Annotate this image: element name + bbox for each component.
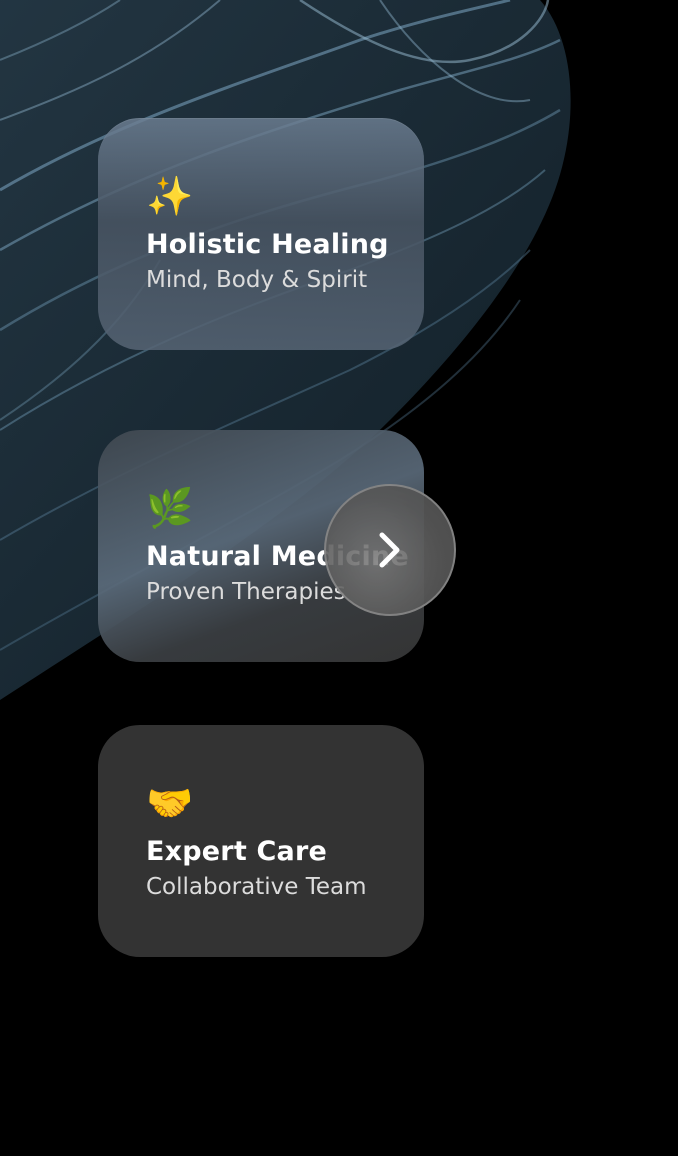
card-subtitle: Collaborative Team: [146, 874, 367, 900]
card-title: Expert Care: [146, 836, 327, 867]
card-title: Holistic Healing: [146, 229, 389, 260]
feature-card-expert-care[interactable]: 🤝 Expert Care Collaborative Team: [98, 725, 424, 957]
chevron-right-icon: [379, 532, 400, 568]
sparkles-icon: ✨: [146, 174, 194, 218]
page: ✨ Holistic Healing Mind, Body & Spirit 🌿…: [0, 0, 678, 1156]
next-button[interactable]: [324, 484, 456, 616]
handshake-icon: 🤝: [146, 781, 194, 825]
feature-card-holistic-healing[interactable]: ✨ Holistic Healing Mind, Body & Spirit: [98, 118, 424, 350]
card-subtitle: Mind, Body & Spirit: [146, 267, 368, 293]
